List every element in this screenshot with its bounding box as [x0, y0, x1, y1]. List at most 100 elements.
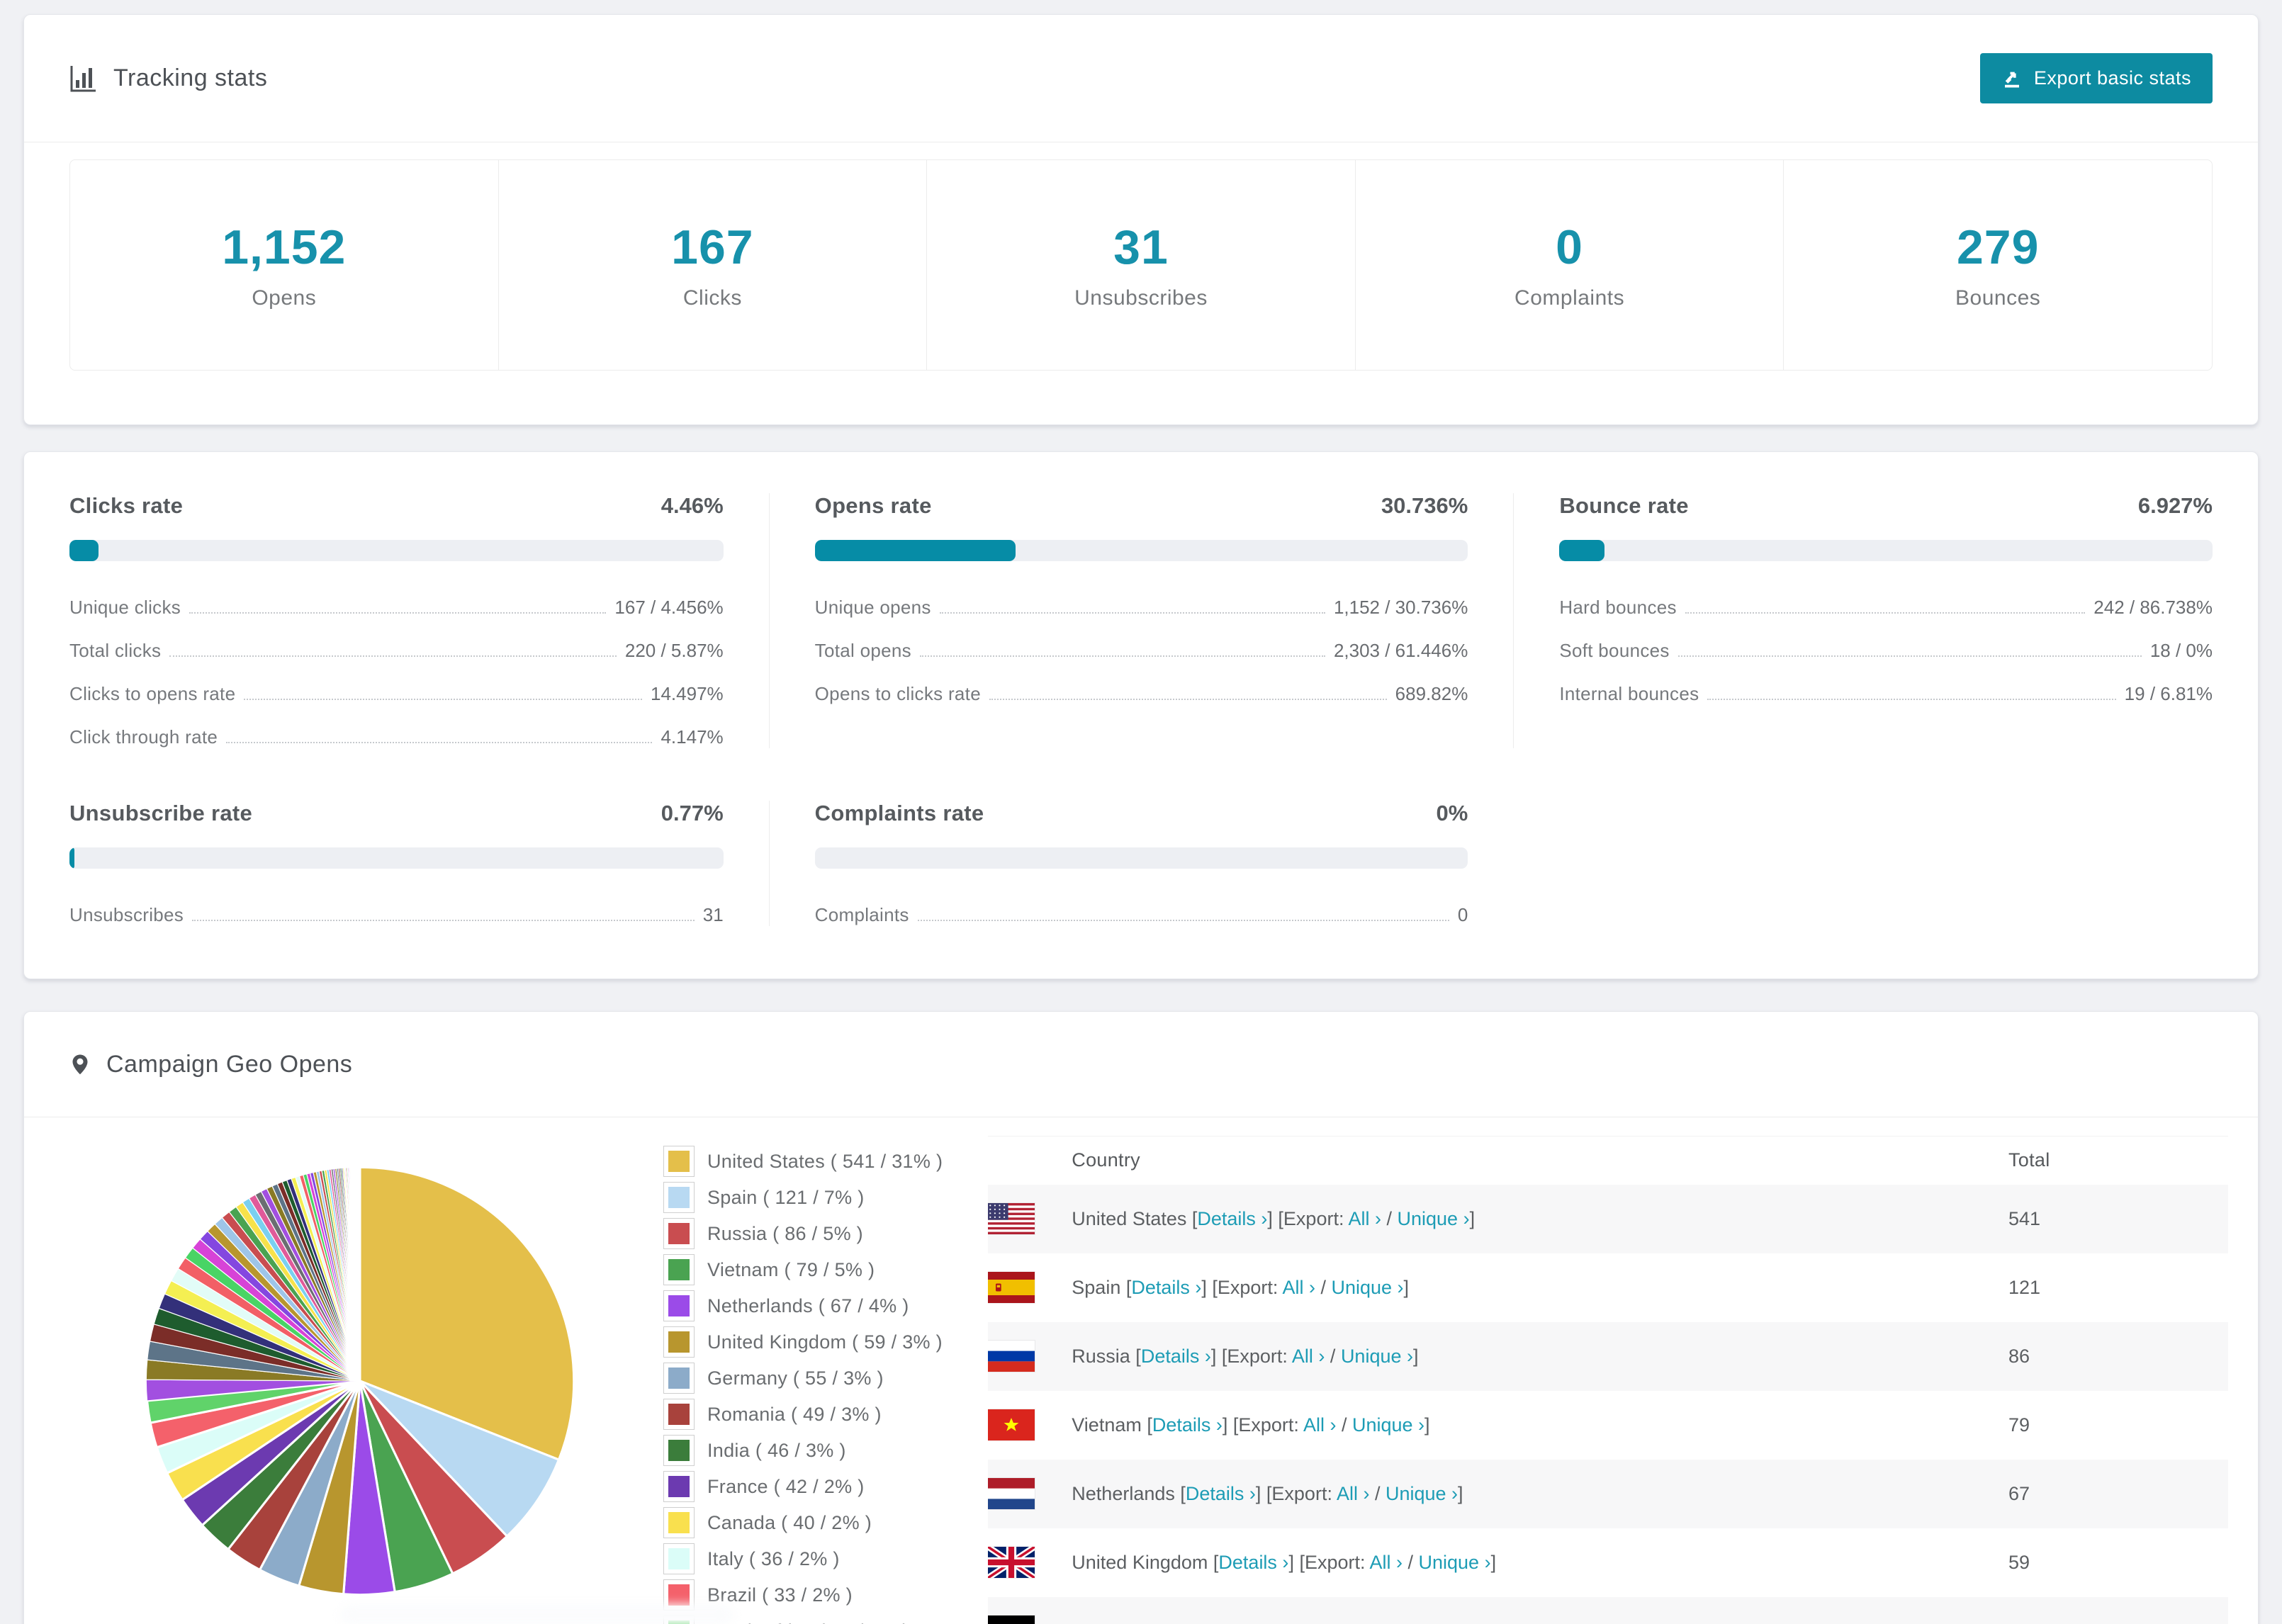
dotted-leader	[1707, 699, 2116, 700]
rates-card: Clicks rate 4.46% Unique clicks 167 / 4.456…	[23, 451, 2259, 979]
rate-title-complaints-rate: Complaints rate	[814, 801, 984, 825]
stat-label-unsubscribes: Unsubscribes	[1074, 286, 1208, 310]
rate-detail-rows-opens-rate: Unique opens 1,152 / 30.736% Total opens 2,…	[815, 597, 1468, 705]
rate-section-complaints-rate: Complaints rate 0% Complaints 0	[768, 801, 1514, 926]
legend-label: Netherlands ( 67 / 4% )	[707, 1295, 909, 1316]
geo-header: Campaign Geo Opens	[24, 1012, 2258, 1117]
legend-item[interactable]: Italy ( 36 / 2% )	[663, 1543, 943, 1574]
legend-label: United Kingdom ( 59 / 3% )	[707, 1331, 943, 1353]
stat-label-clicks: Clicks	[682, 286, 742, 310]
export-unique-link[interactable]: Unique ›	[1331, 1277, 1403, 1298]
rate-value-clicks-rate: 4.46%	[661, 493, 724, 518]
country-links: Netherlands [Details ›] [Export: All › /…	[1072, 1482, 1463, 1504]
details-link[interactable]: Details ›	[1141, 1346, 1211, 1367]
export-all-link[interactable]: All ›	[1292, 1346, 1325, 1367]
export-unique-link[interactable]: Unique ›	[1419, 1552, 1491, 1573]
rate-progress-fill-clicks-rate	[69, 540, 99, 561]
dotted-leader	[939, 612, 1325, 614]
detail-row: Unsubscribes 31	[69, 904, 724, 926]
table-row-es: Spain [Details ›] [Export: All › / Uniqu…	[988, 1253, 2228, 1322]
rate-section-bounce-rate: Bounce rate 6.927% Hard bounces 242 / 86.73…	[1513, 493, 2258, 748]
legend-swatch	[663, 1254, 695, 1285]
total-cell: 67	[2008, 1482, 2030, 1504]
dotted-leader	[919, 655, 1325, 657]
rate-title-opens-rate: Opens rate	[814, 493, 932, 518]
legend-item[interactable]: India ( 46 / 3% )	[663, 1435, 943, 1466]
bar-chart-icon	[70, 65, 96, 91]
legend-item[interactable]: United Kingdom ( 59 / 3% )	[663, 1326, 943, 1358]
detail-value: 0	[1457, 904, 1468, 925]
export-all-link[interactable]: All ›	[1370, 1552, 1403, 1573]
total-cell: 86	[2008, 1345, 2030, 1367]
dotted-leader	[244, 699, 642, 700]
detail-label: Unsubscribes	[69, 904, 184, 925]
geo-legend: United States ( 541 / 31% ) Spain ( 121 /…	[663, 1146, 943, 1624]
rate-title-unsubscribe-rate: Unsubscribe rate	[69, 801, 253, 825]
legend-item[interactable]: Russia ( 86 / 5% )	[663, 1218, 943, 1249]
detail-value: 31	[702, 904, 724, 925]
total-cell: 121	[2008, 1276, 2041, 1298]
legend-label: Brazil ( 33 / 2% )	[707, 1584, 853, 1606]
detail-value: 1,152 / 30.736%	[1333, 597, 1468, 618]
legend-item[interactable]: Vietnam ( 79 / 5% )	[663, 1254, 943, 1285]
total-cell: 541	[2008, 1207, 2041, 1229]
details-link[interactable]: Details ›	[1152, 1414, 1222, 1436]
export-basic-stats-button[interactable]: Export basic stats	[1979, 53, 2213, 103]
details-link[interactable]: Details ›	[1218, 1552, 1288, 1573]
rate-progress-track-complaints-rate	[814, 847, 1468, 869]
export-all-link[interactable]: All ›	[1282, 1277, 1315, 1298]
export-unique-link[interactable]: Unique ›	[1341, 1346, 1413, 1367]
details-link[interactable]: Details ›	[1186, 1483, 1256, 1504]
stat-value-opens: 1,152	[222, 220, 347, 274]
geo-table: Country Total United States [Details ›] …	[988, 1136, 2228, 1624]
table-row-gb: United Kingdom [Details ›] [Export: All …	[988, 1528, 2228, 1597]
legend-item[interactable]: France ( 42 / 2% )	[663, 1471, 943, 1502]
tracking-stats-header: Tracking stats Export basic stats	[24, 15, 2258, 142]
export-unique-link[interactable]: Unique ›	[1398, 1208, 1470, 1229]
country-column-header: Country	[1072, 1149, 1140, 1171]
table-row-partial	[988, 1596, 2228, 1624]
export-all-link[interactable]: All ›	[1337, 1483, 1370, 1504]
export-all-link[interactable]: All ›	[1348, 1208, 1381, 1229]
legend-item[interactable]: United States ( 541 / 31% )	[663, 1146, 943, 1177]
legend-item[interactable]: Spain ( 121 / 7% )	[663, 1182, 943, 1213]
country-links: United States [Details ›] [Export: All ›…	[1072, 1207, 1476, 1229]
details-link[interactable]: Details ›	[1131, 1277, 1201, 1298]
legend-label: Canada ( 40 / 2% )	[707, 1511, 872, 1533]
dashboard-page: Tracking stats Export basic stats 1,152 O…	[0, 0, 2282, 1624]
dotted-leader	[1685, 612, 2086, 614]
legend-item[interactable]: Germany ( 55 / 3% )	[663, 1363, 943, 1394]
legend-item[interactable]: Canada ( 40 / 2% )	[663, 1507, 943, 1538]
export-all-link[interactable]: All ›	[1303, 1414, 1337, 1436]
table-row-vn: Vietnam [Details ›] [Export: All › / Uni…	[988, 1391, 2228, 1460]
export-unique-link[interactable]: Unique ›	[1386, 1483, 1458, 1504]
country-cell	[988, 1597, 2008, 1624]
legend-swatch	[663, 1399, 695, 1430]
legend-item[interactable]: Romania ( 49 / 3% )	[663, 1399, 943, 1430]
legend-swatch	[663, 1218, 695, 1249]
bottom-blur-decoration	[340, 1604, 734, 1624]
detail-row: Click through rate 4.147%	[69, 726, 724, 748]
export-button-label: Export basic stats	[2033, 67, 2191, 89]
rate-section-opens-rate: Opens rate 30.736% Unique opens 1,152 / 30.…	[768, 493, 1514, 748]
export-unique-link[interactable]: Unique ›	[1352, 1414, 1424, 1436]
rate-detail-rows-bounce-rate: Hard bounces 242 / 86.738% Soft bounces 18 …	[1559, 597, 2213, 705]
flag-us-icon	[988, 1203, 1035, 1234]
stat-value-complaints: 0	[1556, 220, 1583, 274]
stats-summary-row: 1,152 Opens 167 Clicks 31 Unsubscribes 0 Compla…	[69, 159, 2213, 371]
rate-progress-track-bounce-rate	[1559, 540, 2213, 561]
legend-item[interactable]: Netherlands ( 67 / 4% )	[663, 1290, 943, 1321]
detail-row: Clicks to opens rate 14.497%	[69, 683, 724, 705]
detail-label: Unique clicks	[69, 597, 181, 618]
flag-es-icon	[988, 1272, 1035, 1303]
map-pin-icon	[72, 1054, 88, 1075]
country-cell: Russia [Details ›] [Export: All › / Uniq…	[988, 1322, 2008, 1391]
stat-label-complaints: Complaints	[1514, 286, 1625, 310]
country-cell: Netherlands [Details ›] [Export: All › /…	[988, 1460, 2008, 1528]
legend-swatch	[663, 1543, 695, 1574]
detail-row: Internal bounces 19 / 6.81%	[1559, 683, 2213, 705]
detail-value: 19 / 6.81%	[2124, 683, 2213, 704]
detail-label: Total clicks	[69, 640, 162, 661]
flag-ru-icon	[988, 1341, 1035, 1372]
details-link[interactable]: Details ›	[1197, 1208, 1267, 1229]
